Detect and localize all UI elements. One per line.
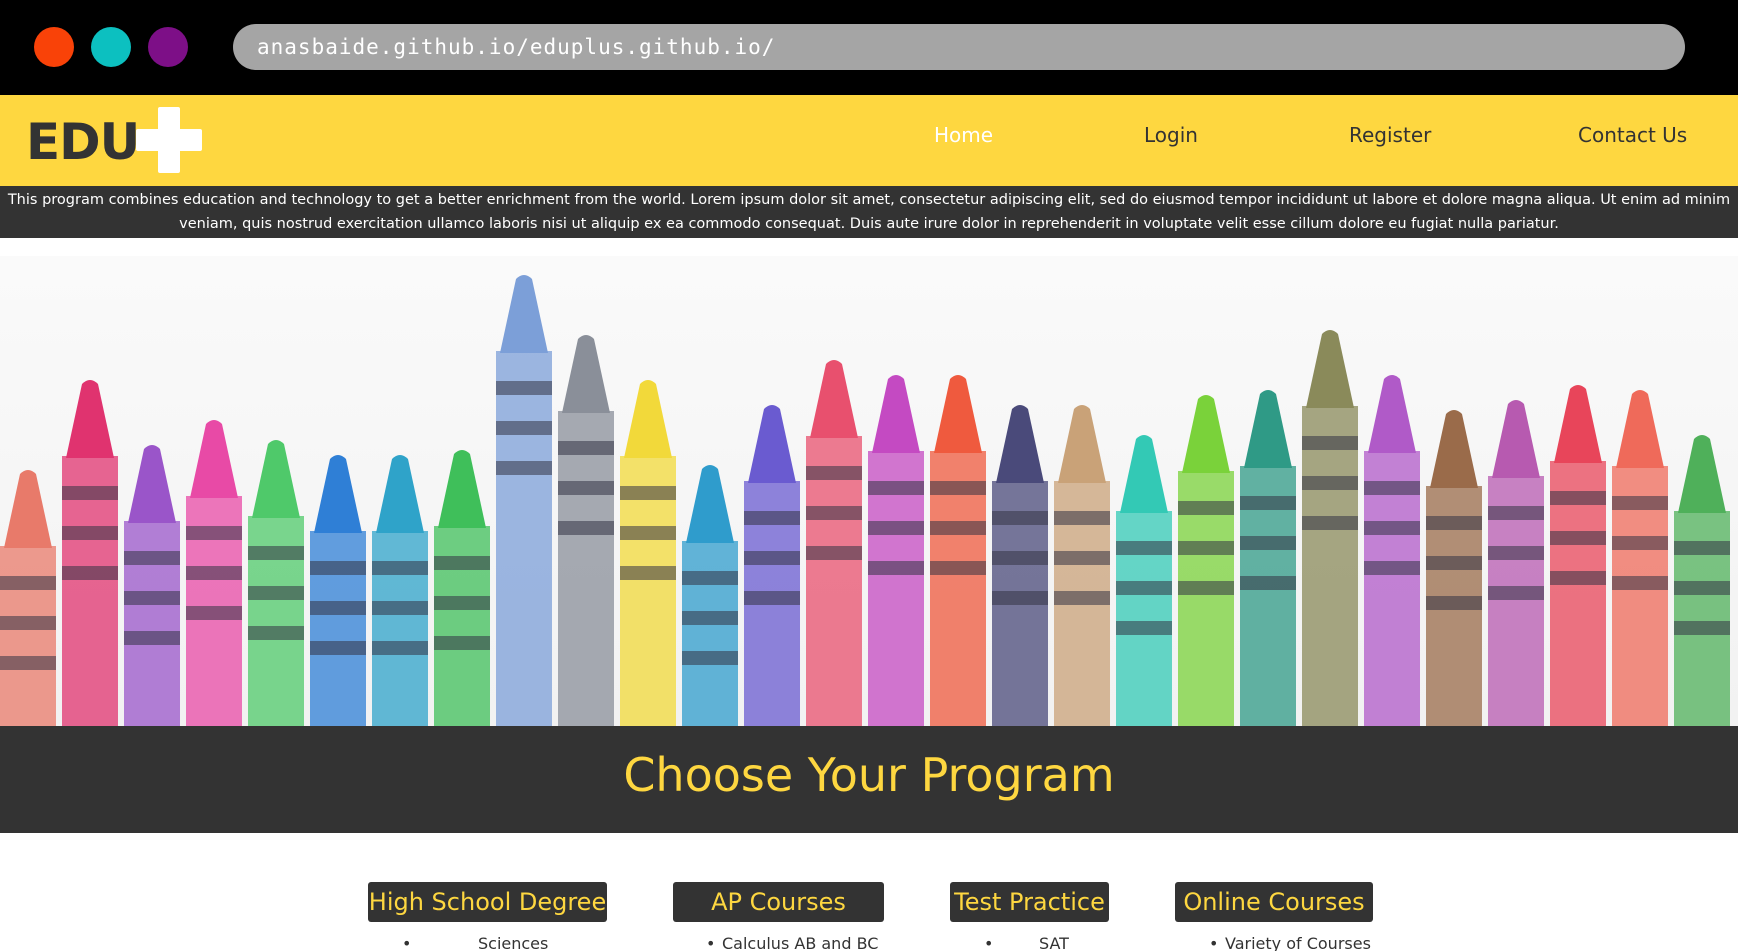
crayon xyxy=(186,420,242,726)
address-bar[interactable]: anasbaide.github.io/eduplus.github.io/ xyxy=(233,24,1685,70)
crayon xyxy=(1054,405,1110,726)
intro-banner: This program combines education and tech… xyxy=(0,186,1738,238)
crayon xyxy=(682,465,738,726)
program-list-item: Variety of Courses xyxy=(1225,934,1371,951)
crayon xyxy=(0,470,56,726)
nav-link-home[interactable]: Home xyxy=(934,123,993,147)
crayon xyxy=(62,380,118,726)
crayon xyxy=(1178,395,1234,726)
crayon xyxy=(248,440,304,726)
program-button-ap-courses[interactable]: AP Courses xyxy=(673,882,884,922)
crayon xyxy=(496,275,552,726)
crayon xyxy=(930,375,986,726)
nav-link-login[interactable]: Login xyxy=(1144,123,1198,147)
bullet-icon: • xyxy=(706,934,716,951)
nav-link-contact-us[interactable]: Contact Us xyxy=(1578,123,1687,147)
crayon xyxy=(744,405,800,726)
close-window-dot[interactable] xyxy=(34,27,74,67)
crayon xyxy=(1240,390,1296,726)
crayon xyxy=(372,455,428,726)
program-button-test-practice[interactable]: Test Practice xyxy=(950,882,1109,922)
crayon xyxy=(1550,385,1606,726)
crayon xyxy=(124,445,180,726)
crayon xyxy=(1612,390,1668,726)
maximize-window-dot[interactable] xyxy=(148,27,188,67)
hero-image xyxy=(0,256,1738,726)
crayon xyxy=(992,405,1048,726)
crayon xyxy=(1674,435,1730,726)
bullet-icon: • xyxy=(1209,934,1219,951)
nav-link-register[interactable]: Register xyxy=(1349,123,1431,147)
crayon xyxy=(434,450,490,726)
program-list-item: Calculus AB and BC xyxy=(722,934,879,951)
crayon xyxy=(1426,410,1482,726)
program-list-item: SAT xyxy=(1039,934,1069,951)
program-button-online-courses[interactable]: Online Courses xyxy=(1175,882,1373,922)
crayon xyxy=(1116,435,1172,726)
site-navbar: EDU Home Login Register Contact Us xyxy=(0,95,1738,186)
bullet-icon: • xyxy=(402,934,412,951)
address-bar-url: anasbaide.github.io/eduplus.github.io/ xyxy=(257,35,776,59)
minimize-window-dot[interactable] xyxy=(91,27,131,67)
crayon xyxy=(806,360,862,726)
program-button-high-school-degree[interactable]: High School Degree xyxy=(368,882,607,922)
crayon xyxy=(1302,330,1358,726)
crayon xyxy=(310,455,366,726)
browser-chrome: anasbaide.github.io/eduplus.github.io/ xyxy=(0,0,1738,95)
crayon xyxy=(1364,375,1420,726)
crayon xyxy=(1488,400,1544,726)
program-list-item: Sciences xyxy=(478,934,549,951)
crayon xyxy=(868,375,924,726)
intro-text: This program combines education and tech… xyxy=(7,192,1731,232)
crayon xyxy=(620,380,676,726)
logo-text: EDU xyxy=(26,113,140,171)
programs-title: Choose Your Program xyxy=(623,748,1115,802)
bullet-icon: • xyxy=(984,934,994,951)
programs-header: Choose Your Program xyxy=(0,726,1738,833)
crayons-illustration xyxy=(0,275,1730,726)
crayon xyxy=(558,335,614,726)
edu-plus-logo[interactable]: EDU xyxy=(26,107,202,173)
plus-icon xyxy=(136,107,202,173)
